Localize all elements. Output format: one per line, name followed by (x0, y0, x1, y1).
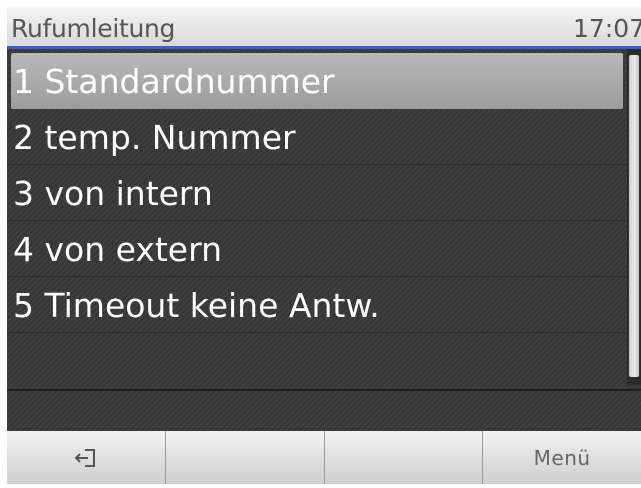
menu-item-temp-nummer[interactable]: 2 temp. Nummer (7, 109, 627, 165)
page-title: Rufumleitung (11, 14, 176, 43)
menu-item-standardnummer[interactable]: 1 Standardnummer (11, 53, 623, 109)
softkey-bar: Menü (7, 431, 641, 484)
menu-softkey-label: Menü (533, 445, 591, 470)
phone-display: Rufumleitung 17:07 1 Standardnummer 2 te… (7, 7, 641, 484)
softkey-2[interactable] (165, 431, 325, 484)
menu-item-label: 1 Standardnummer (13, 62, 335, 101)
menu-item-empty (7, 333, 627, 389)
exit-icon (74, 448, 95, 467)
back-softkey[interactable] (7, 431, 166, 484)
menu-item-label: 5 Timeout keine Antw. (13, 286, 380, 325)
menu-item-timeout-keine-antw[interactable]: 5 Timeout keine Antw. (7, 277, 627, 333)
menu-softkey[interactable]: Menü (483, 431, 641, 484)
status-strip (7, 391, 641, 431)
menu-item-label: 3 von intern (13, 174, 213, 213)
scrollbar-thumb[interactable] (629, 55, 639, 377)
softkey-3[interactable] (324, 431, 484, 484)
scrollbar[interactable] (627, 49, 641, 385)
menu-item-von-intern[interactable]: 3 von intern (7, 165, 627, 221)
menu-item-label: 4 von extern (13, 230, 223, 269)
menu-list: 1 Standardnummer 2 temp. Nummer 3 von in… (7, 49, 627, 389)
menu-item-von-extern[interactable]: 4 von extern (7, 221, 627, 277)
header-bar: Rufumleitung 17:07 (7, 7, 641, 49)
clock: 17:07 (572, 14, 641, 43)
menu-item-label: 2 temp. Nummer (13, 118, 296, 157)
